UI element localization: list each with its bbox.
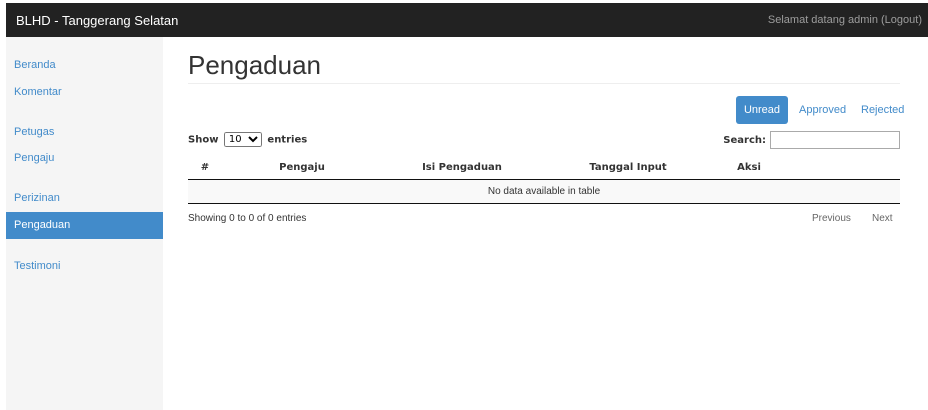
tab-approved[interactable]: Approved [799, 96, 846, 124]
brand-link[interactable]: BLHD - Tanggerang Selatan [16, 13, 178, 28]
column-header-pengaju[interactable]: Pengaju [222, 157, 382, 180]
column-header-spacer [784, 157, 900, 180]
complaints-table: # Pengaju Isi Pengaduan Tanggal Input Ak… [188, 157, 900, 204]
title-divider [188, 83, 900, 84]
table-row: No data available in table [188, 179, 900, 204]
entries-length-control: Show 10 entries [188, 132, 307, 147]
sidebar-item-pengaduan[interactable]: Pengaduan [6, 212, 163, 239]
tab-rejected[interactable]: Rejected [861, 96, 904, 124]
sidebar-item-komentar[interactable]: Komentar [6, 79, 163, 106]
column-header-isi-pengaduan[interactable]: Isi Pengaduan [382, 157, 542, 180]
column-header-number[interactable]: # [188, 157, 222, 180]
empty-table-message: No data available in table [188, 179, 900, 204]
status-tabs: Unread Approved Rejected [736, 96, 904, 124]
pagination-next[interactable]: Next [872, 213, 893, 224]
welcome-logout-link[interactable]: Selamat datang admin (Logout) [768, 14, 922, 26]
pagination-previous[interactable]: Previous [812, 213, 851, 224]
search-label: Search: [723, 135, 766, 146]
sidebar-item-perizinan[interactable]: Perizinan [6, 185, 163, 212]
table-header-row: # Pengaju Isi Pengaduan Tanggal Input Ak… [188, 157, 900, 180]
sidebar-item-pengaju[interactable]: Pengaju [6, 145, 163, 172]
search-input[interactable] [770, 131, 900, 149]
length-suffix: entries [267, 134, 308, 146]
column-header-aksi[interactable]: Aksi [714, 157, 784, 180]
column-header-tanggal-input[interactable]: Tanggal Input [542, 157, 714, 180]
tab-unread[interactable]: Unread [736, 96, 788, 124]
page-title: Pengaduan [188, 50, 322, 80]
entries-length-select[interactable]: 10 [223, 132, 262, 147]
sidebar: Beranda Komentar Petugas Pengaju Perizin… [6, 37, 163, 410]
sidebar-item-testimoni[interactable]: Testimoni [6, 253, 163, 280]
top-navbar: BLHD - Tanggerang Selatan Selamat datang… [6, 3, 928, 37]
search-control: Search: [723, 131, 900, 149]
sidebar-item-beranda[interactable]: Beranda [6, 52, 163, 79]
sidebar-item-petugas[interactable]: Petugas [6, 119, 163, 146]
table-info: Showing 0 to 0 of 0 entries [188, 213, 307, 224]
length-prefix: Show [188, 134, 219, 146]
